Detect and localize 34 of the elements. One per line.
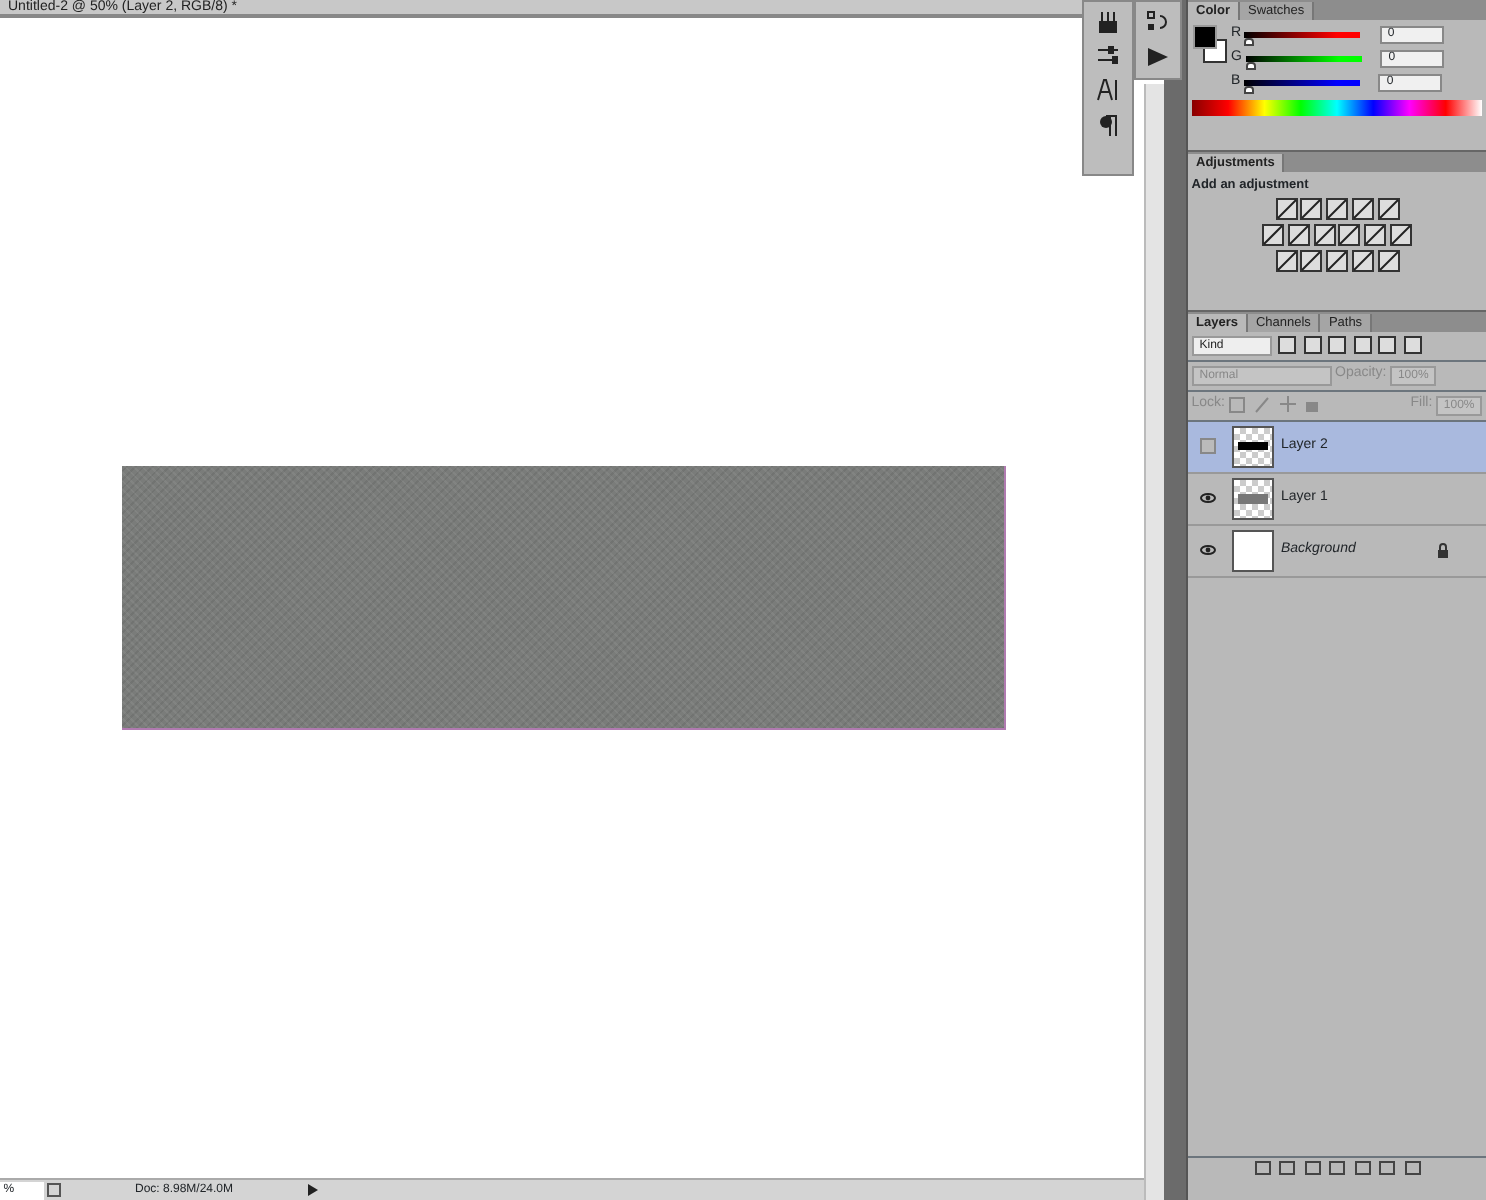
adjustment-icon[interactable] [1326,249,1348,272]
adjustment-icon[interactable] [1377,198,1399,221]
adjustment-icon[interactable] [1364,224,1387,246]
adjustment-icon[interactable] [1275,249,1297,272]
adjustment-icon[interactable] [1300,198,1323,221]
play-icon[interactable] [304,1182,320,1198]
slider-thumb[interactable] [1244,37,1255,45]
slider-thumb[interactable] [1243,86,1254,94]
color-swatches-icon[interactable] [1191,23,1228,64]
vertical-scrollbar[interactable] [1144,84,1164,1200]
adjustment-icon[interactable] [1262,224,1285,246]
adjustment-icon[interactable] [1326,198,1348,221]
eye-icon[interactable] [1200,544,1216,556]
adjustment-icon[interactable] [1287,224,1310,246]
adjustment-icon[interactable] [1275,198,1297,221]
paragraph-icon[interactable] [1098,114,1118,136]
adjustment-icon[interactable] [1338,224,1361,246]
adjustment-icon[interactable] [1377,249,1399,272]
page-icon[interactable] [44,1182,64,1198]
character-icon[interactable] [1096,78,1120,102]
adjustment-icon[interactable] [1351,198,1374,221]
history-icon[interactable] [1146,10,1170,34]
layer-thumbnail [1232,529,1274,571]
adjustment-icon[interactable] [1351,249,1374,272]
adjustment-icon[interactable] [1313,224,1336,246]
slider-thumb[interactable] [1245,61,1256,70]
adjustment-icon[interactable] [1389,224,1412,246]
layer-thumbnail [1232,425,1274,467]
sliders-icon[interactable] [1096,46,1120,66]
play-icon[interactable] [1146,46,1170,68]
layer-thumbnail [1232,477,1274,519]
color-spectrum[interactable] [1192,99,1482,116]
eye-icon[interactable] [1200,492,1216,504]
adjustment-icon[interactable] [1300,249,1323,272]
